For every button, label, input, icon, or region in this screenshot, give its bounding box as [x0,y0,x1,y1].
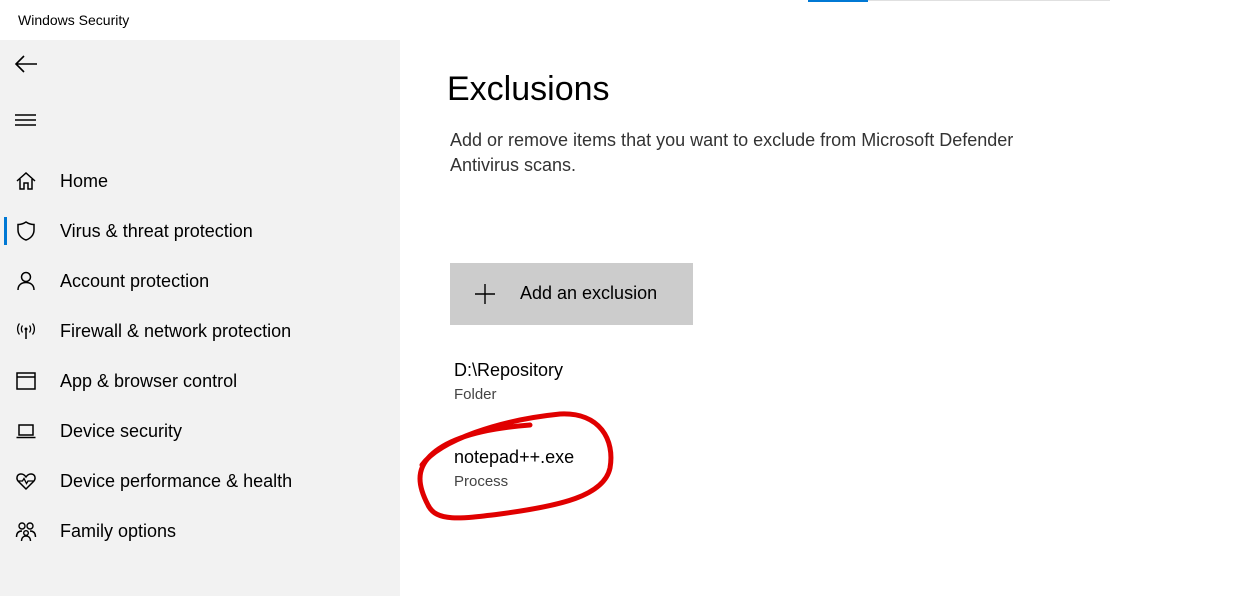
sidebar-item-label: Family options [60,521,177,541]
exclusion-name: notepad++.exe [454,447,575,467]
add-exclusion-button[interactable]: Add an exclusion [450,263,693,325]
sidebar-item-label: App & browser control [60,371,238,391]
family-icon [14,520,38,542]
top-divider [868,0,1110,1]
heart-pulse-icon [14,470,38,492]
home-icon [14,170,38,192]
sidebar-item-firewall-network-protection[interactable]: Firewall & network protection [0,311,400,351]
sidebar-item-label: Firewall & network protection [60,321,292,341]
page-title: Exclusions [447,70,610,108]
sidebar-item-device-performance-health[interactable]: Device performance & health [0,461,400,501]
person-icon [14,270,38,292]
hamburger-menu-icon [15,114,36,126]
sidebar-item-label: Device performance & health [60,471,293,491]
exclusion-item[interactable]: D:\Repository Folder [450,360,750,416]
exclusion-item[interactable]: notepad++.exe Process [450,447,750,503]
shield-icon [14,220,38,242]
antenna-icon [14,320,38,342]
exclusion-name: D:\Repository [454,360,564,380]
exclusion-type: Process [454,473,509,490]
page-description: Add or remove items that you want to exc… [450,130,1014,175]
plus-icon [475,284,495,304]
title-bar: Windows Security [0,0,1240,40]
sidebar-item-label: Device security [60,421,183,441]
back-arrow-icon [14,55,37,73]
sidebar-item-home[interactable]: Home [0,161,400,201]
sidebar-item-device-security[interactable]: Device security [0,411,400,451]
main-content: Exclusions Add or remove items that you … [400,40,1240,596]
sidebar-item-account-protection[interactable]: Account protection [0,261,400,301]
sidebar-item-label: Account protection [60,271,210,291]
sidebar-item-app-browser-control[interactable]: App & browser control [0,361,400,401]
menu-button[interactable] [8,102,44,138]
sidebar-item-virus-threat-protection[interactable]: Virus & threat protection [0,211,400,251]
sidebar: Home Virus & threat protection Account p… [0,40,400,596]
laptop-icon [14,420,38,442]
back-button[interactable] [8,46,44,82]
tab-indicator [808,0,868,2]
sidebar-item-label: Home [60,171,109,191]
sidebar-item-label: Virus & threat protection [60,221,253,241]
app-title: Windows Security [18,12,130,28]
active-indicator [4,217,7,245]
sidebar-item-family-options[interactable]: Family options [0,511,400,551]
add-exclusion-label: Add an exclusion [520,283,658,303]
exclusion-type: Folder [454,386,497,403]
browser-window-icon [14,370,38,392]
